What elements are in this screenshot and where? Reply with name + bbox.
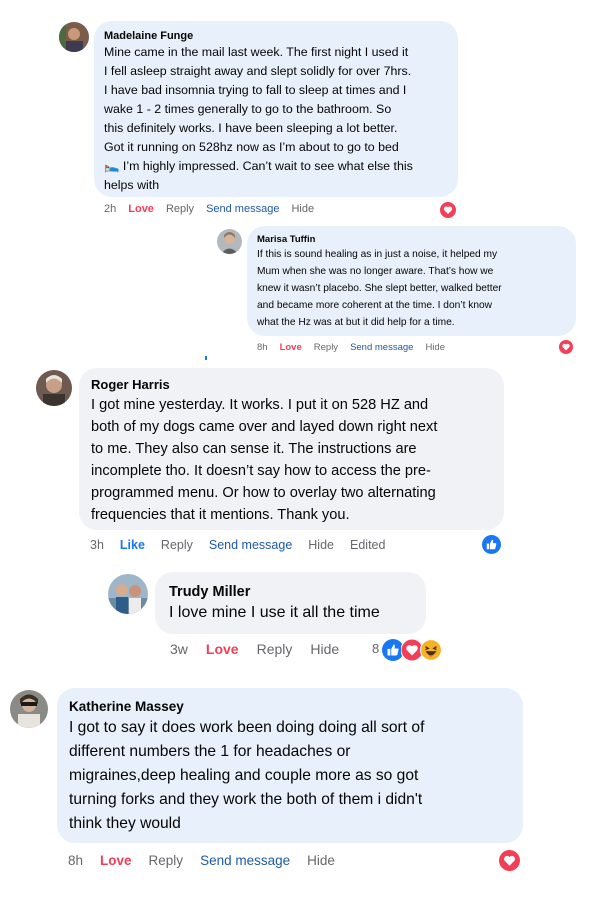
comment-text-line: to me. They also can sense it. The instr… [91, 441, 417, 457]
comment-text-line: migraines,deep healing and couple more a… [69, 767, 419, 784]
love-link[interactable]: Love [100, 853, 132, 868]
comment-text-line: Got it running on 528hz now as I’m about… [104, 140, 399, 154]
send-message-link[interactable]: Send message [200, 853, 290, 868]
comment-text: I got mine yesterday. It works. I put it… [91, 394, 492, 526]
comment-text: I love mine I use it all the time [169, 604, 380, 621]
hide-link[interactable]: Hide [308, 538, 334, 552]
love-link[interactable]: Love [206, 641, 239, 657]
comment-actions: 3h Like Reply Send message Hide Edited [90, 538, 385, 552]
comment-text-line: Mine came in the mail last week. The fir… [104, 45, 409, 59]
comment-author[interactable]: Marisa Tuffin [257, 234, 566, 246]
avatar[interactable] [59, 22, 89, 52]
comment-bubble: Madelaine Funge Mine came in the mail la… [94, 21, 458, 197]
comment-time[interactable]: 3h [90, 538, 104, 552]
love-icon[interactable] [559, 340, 573, 354]
comment-text-line: and became more coherent at the time. I … [257, 300, 493, 311]
like-icon[interactable] [482, 535, 501, 554]
reply-link[interactable]: Reply [314, 342, 338, 353]
comment-text-line: incomplete tho. It doesn’t say how to ac… [91, 463, 431, 479]
comment-text-line: I have bad insomnia trying to fall to sl… [104, 83, 407, 97]
avatar[interactable] [217, 229, 242, 254]
comment-text-line: frequencies that it mentions. Thank you. [91, 507, 350, 523]
comment-text-line: Mum when she was no longer aware. That’s… [257, 266, 494, 277]
comment-text-line: 🛌 I’m highly impressed. Can’t wait to se… [104, 159, 413, 173]
send-message-link[interactable]: Send message [350, 342, 413, 353]
edited-label: Edited [350, 538, 386, 552]
comment-actions: 3w Love Reply Hide [170, 641, 339, 657]
comment-time[interactable]: 3w [170, 641, 188, 657]
comment-time[interactable]: 2h [104, 203, 116, 215]
comment-text-line: I fell asleep straight away and slept so… [104, 64, 412, 78]
comment-text-line: I got to say it does work been doing doi… [69, 719, 425, 736]
send-message-link[interactable]: Send message [209, 538, 292, 552]
comment-text-line: different numbers the 1 for headaches or [69, 743, 351, 760]
comment-bubble: Marisa Tuffin If this is sound healing a… [247, 226, 576, 336]
comment-text: If this is sound healing as in just a no… [257, 246, 566, 331]
comment-text-line: programmed menu. Or how to overlay two a… [91, 485, 436, 501]
reaction-count[interactable]: 8 [372, 641, 379, 656]
love-link[interactable]: Love [280, 342, 302, 353]
comment-author[interactable]: Trudy Miller [169, 582, 412, 602]
reaction-summary[interactable] [382, 638, 448, 662]
comment-bubble: Katherine Massey I got to say it does wo… [57, 688, 523, 843]
comment-author[interactable]: Madelaine Funge [104, 29, 448, 43]
love-icon[interactable] [440, 202, 456, 218]
hide-link[interactable]: Hide [310, 641, 339, 657]
comment-text-line: both of my dogs came over and layed down… [91, 419, 438, 435]
comment-text-line: what the Hz was at but it did help for a… [257, 317, 455, 328]
thread-indicator [205, 356, 207, 360]
avatar[interactable] [36, 370, 72, 406]
comment-time[interactable]: 8h [68, 853, 83, 868]
comment-text-line: helps with [104, 178, 160, 192]
comment-text-line: wake 1 - 2 times generally to go to the … [104, 102, 392, 116]
comment-bubble: Roger Harris I got mine yesterday. It wo… [79, 368, 504, 530]
comment-bubble: Trudy Miller I love mine I use it all th… [155, 572, 426, 634]
comment-text-line: think they would [69, 815, 181, 832]
avatar[interactable] [10, 690, 48, 728]
hide-link[interactable]: Hide [291, 203, 314, 215]
comment-text-line: this definitely works. I have been sleep… [104, 121, 398, 135]
comment-text-line: I got mine yesterday. It works. I put it… [91, 397, 429, 413]
comment-time[interactable]: 8h [257, 342, 268, 353]
reply-link[interactable]: Reply [149, 853, 184, 868]
haha-icon [420, 639, 442, 661]
love-icon[interactable] [499, 850, 520, 871]
comment-actions: 8h Love Reply Send message Hide [257, 342, 445, 353]
love-link[interactable]: Love [128, 203, 154, 215]
comment-author[interactable]: Roger Harris [91, 376, 492, 394]
comment-author[interactable]: Katherine Massey [69, 698, 511, 716]
hide-link[interactable]: Hide [425, 342, 445, 353]
reply-link[interactable]: Reply [257, 641, 293, 657]
comment-actions: 8h Love Reply Send message Hide [68, 853, 335, 868]
comment-text-line: turning forks and they work the both of … [69, 791, 423, 808]
send-message-link[interactable]: Send message [206, 203, 279, 215]
comment-actions: 2h Love Reply Send message Hide [104, 203, 314, 215]
hide-link[interactable]: Hide [307, 853, 335, 868]
comment-text-line: If this is sound healing as in just a no… [257, 249, 498, 260]
comment-text-line: knew it wasn’t placebo. She slept better… [257, 283, 502, 294]
comment-text: Mine came in the mail last week. The fir… [104, 43, 448, 195]
avatar[interactable] [108, 574, 148, 614]
reply-link[interactable]: Reply [161, 538, 193, 552]
comment-text: I got to say it does work been doing doi… [69, 716, 511, 836]
reply-link[interactable]: Reply [166, 203, 194, 215]
like-link[interactable]: Like [120, 538, 145, 552]
